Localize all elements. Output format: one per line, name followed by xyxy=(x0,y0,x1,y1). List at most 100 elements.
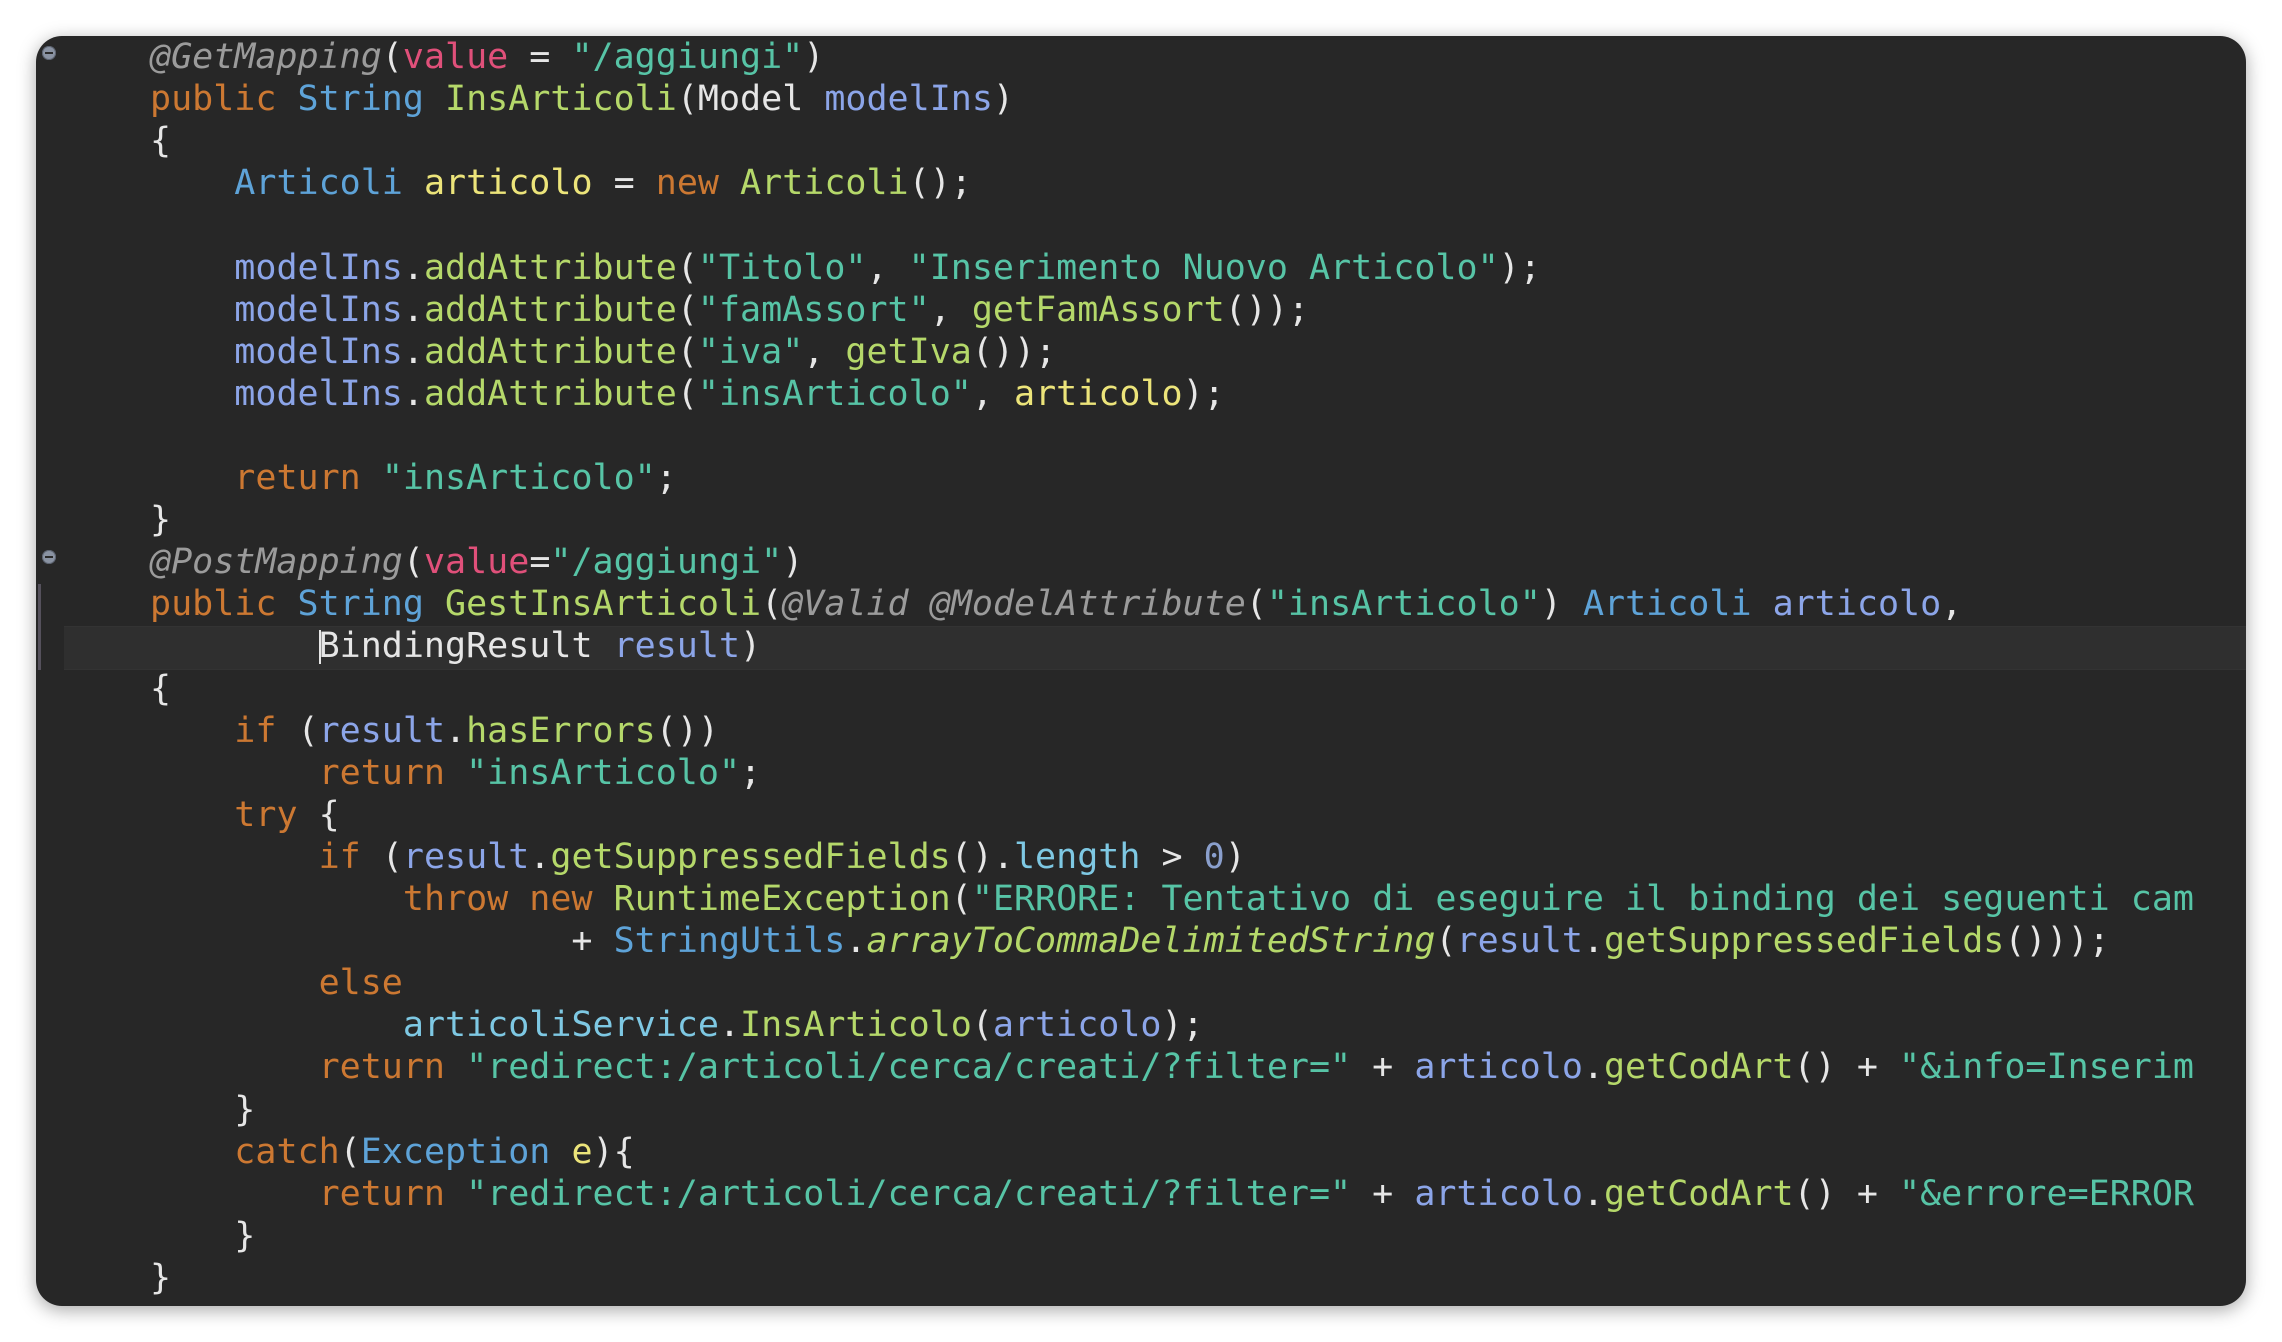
code-token: ( xyxy=(676,331,698,372)
code-token: hasErrors xyxy=(466,710,656,751)
code-token: articolo xyxy=(1772,584,1942,625)
code-line[interactable]: modelIns.addAttribute("insArticolo", art… xyxy=(150,373,1224,415)
code-line[interactable]: } xyxy=(150,1215,255,1257)
code-token: GestInsArticoli xyxy=(445,584,762,625)
code-token: ()); xyxy=(1224,289,1310,330)
code-token: } xyxy=(234,1215,256,1256)
code-token: modelIns xyxy=(824,79,993,120)
code-line[interactable]: try { xyxy=(150,794,340,836)
code-token: articolo xyxy=(423,163,593,204)
code-token: "famAssort" xyxy=(697,289,930,330)
code-token: throw new xyxy=(402,879,614,919)
code-line[interactable]: return "redirect:/articoli/cerca/creati/… xyxy=(150,1046,2194,1088)
code-token: result xyxy=(318,710,446,751)
code-token: "insArticolo" xyxy=(466,752,741,793)
code-token: modelIns xyxy=(234,331,403,372)
code-token: @GetMapping xyxy=(150,37,382,77)
code-token: if xyxy=(234,710,298,751)
code-line[interactable]: if (result.getSuppressedFields().length … xyxy=(150,836,1246,878)
code-token: ) xyxy=(1224,836,1246,877)
code-line[interactable]: articoliService.InsArticolo(articolo); xyxy=(150,1004,1204,1046)
code-line[interactable]: Articoli articolo = new Articoli(); xyxy=(150,162,972,204)
code-token: public xyxy=(150,584,298,625)
code-token: ( xyxy=(381,37,403,77)
code-token: ()) xyxy=(655,710,719,751)
code-token: result xyxy=(1456,921,1583,962)
code-token: InsArticolo xyxy=(740,1005,972,1046)
code-line[interactable]: } xyxy=(150,499,171,541)
code-line[interactable]: } xyxy=(150,1089,255,1131)
code-token: . xyxy=(1582,1047,1604,1088)
code-token: addAttribute xyxy=(423,331,677,372)
code-token: RuntimeException xyxy=(613,879,951,919)
code-line[interactable]: + StringUtils.arrayToCommaDelimitedStrin… xyxy=(150,920,2109,962)
code-line[interactable]: modelIns.addAttribute("Titolo", "Inserim… xyxy=(150,247,1541,289)
code-token: Articoli xyxy=(234,163,424,204)
code-token: modelIns xyxy=(234,289,403,330)
code-line[interactable]: return "redirect:/articoli/cerca/creati/… xyxy=(150,1173,2194,1215)
code-token: ( xyxy=(402,542,424,583)
code-token: , xyxy=(803,331,846,372)
code-token: ) xyxy=(992,79,1014,120)
code-token: @Valid @ModelAttribute xyxy=(782,584,1246,625)
code-token: return xyxy=(318,752,467,793)
code-token: . xyxy=(529,836,551,877)
code-token: "/aggiungi" xyxy=(571,37,804,77)
code-token: ; xyxy=(655,458,677,498)
code-token: "Inserimento Nuovo Articolo" xyxy=(908,247,1499,288)
code-line[interactable]: return "insArticolo"; xyxy=(150,457,677,499)
code-line[interactable]: public String InsArticoli(Model modelIns… xyxy=(150,78,1014,120)
code-token: articolo xyxy=(1414,1047,1583,1088)
code-token: ( xyxy=(297,710,319,751)
code-token: "iva" xyxy=(697,331,804,372)
code-token: arrayToCommaDelimitedString xyxy=(866,921,1436,962)
code-token: return xyxy=(234,458,382,498)
code-token: , xyxy=(1941,584,1963,625)
code-token: BindingResult xyxy=(318,626,614,667)
editor-gutter xyxy=(36,36,94,1306)
code-line[interactable]: @PostMapping(value="/aggiungi") xyxy=(150,541,803,583)
code-line[interactable]: { xyxy=(150,120,171,162)
code-line[interactable]: else xyxy=(150,962,403,1004)
code-line[interactable]: { xyxy=(150,668,171,710)
code-token: addAttribute xyxy=(423,289,677,330)
code-line[interactable]: public String GestInsArticoli(@Valid @Mo… xyxy=(150,583,1962,625)
code-token: ) xyxy=(1540,584,1583,625)
code-token: StringUtils xyxy=(613,921,846,962)
code-token: value xyxy=(402,37,509,77)
collapse-icon[interactable] xyxy=(42,550,56,564)
code-line[interactable]: modelIns.addAttribute("famAssort", getFa… xyxy=(150,289,1309,331)
code-token: Articoli xyxy=(1582,584,1773,625)
code-token: Model xyxy=(697,79,825,120)
code-token: { xyxy=(318,794,340,835)
code-line[interactable]: BindingResult result) xyxy=(150,625,761,667)
code-line[interactable]: return "insArticolo"; xyxy=(150,752,762,794)
code-token: String xyxy=(297,79,446,120)
code-token: ); xyxy=(1498,247,1541,288)
code-line[interactable]: modelIns.addAttribute("iva", getIva()); xyxy=(150,331,1056,373)
code-token: modelIns xyxy=(234,247,403,288)
code-token: . xyxy=(402,247,424,288)
code-token: , xyxy=(971,373,1014,414)
code-line[interactable]: if (result.hasErrors()) xyxy=(150,710,719,752)
code-token: InsArticoli xyxy=(445,79,677,120)
collapse-icon[interactable] xyxy=(42,46,56,60)
code-token: try xyxy=(234,794,319,835)
code-token: e xyxy=(571,1131,593,1172)
code-line[interactable]: catch(Exception e){ xyxy=(150,1131,634,1173)
code-token: getSuppressedFields xyxy=(1604,921,2005,962)
code-token: ; xyxy=(740,752,762,793)
code-token: value xyxy=(423,542,530,583)
code-line[interactable]: @GetMapping(value = "/aggiungi") xyxy=(150,36,824,78)
change-indicator xyxy=(38,584,41,670)
code-token: getSuppressedFields xyxy=(550,836,951,877)
code-token: "redirect:/articoli/cerca/creati/?filter… xyxy=(466,1173,1352,1214)
code-token: ) xyxy=(782,542,804,583)
code-token: getCodArt xyxy=(1603,1047,1794,1088)
code-token: ) xyxy=(740,626,762,667)
code-line[interactable]: throw new RuntimeException("ERRORE: Tent… xyxy=(150,878,2194,920)
code-line[interactable]: } xyxy=(150,1257,171,1299)
